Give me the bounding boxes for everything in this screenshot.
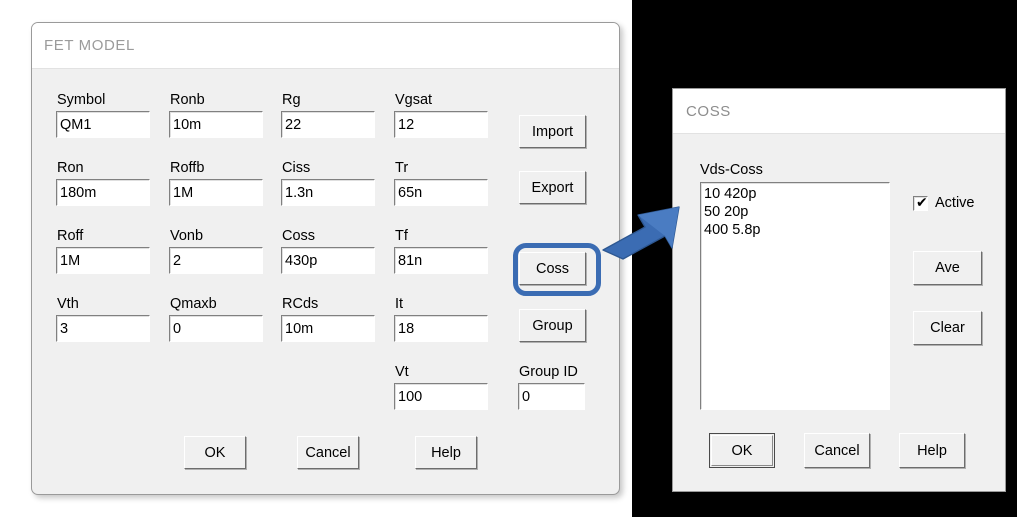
fet-model-title: FET MODEL (44, 37, 135, 54)
vds-coss-label: Vds-Coss (700, 162, 763, 178)
field-input-ciss[interactable]: 1.3n (281, 179, 375, 206)
coss-title: COSS (686, 102, 731, 120)
field-label-ronb: Ronb (170, 92, 205, 108)
checkbox-box-icon[interactable]: ✔ (913, 194, 928, 211)
cancel-button[interactable]: Cancel (297, 436, 359, 469)
field-input-vgsat[interactable]: 12 (394, 111, 488, 138)
field-label-tr: Tr (395, 160, 409, 176)
field-input-roffb[interactable]: 1M (169, 179, 263, 206)
coss-cancel-button[interactable]: Cancel (804, 433, 870, 468)
field-label-rg: Rg (282, 92, 301, 108)
field-input-ronb[interactable]: 10m (169, 111, 263, 138)
ave-button[interactable]: Ave (913, 251, 982, 285)
field-input-ron[interactable]: 180m (56, 179, 150, 206)
field-label-ciss: Ciss (282, 160, 311, 176)
coss-button[interactable]: Coss (519, 252, 586, 285)
fet-model-dialog: FET MODEL Symbol QM1 Ronb 10m Rg 22 Vgsa… (31, 22, 620, 495)
field-label-vgsat: Vgsat (395, 92, 433, 108)
ok-button[interactable]: OK (184, 436, 246, 469)
field-label-symbol: Symbol (57, 92, 106, 108)
field-label-rcds: RCds (282, 296, 319, 312)
field-input-tf[interactable]: 81n (394, 247, 488, 274)
field-input-coss[interactable]: 430p (281, 247, 375, 274)
field-input-it[interactable]: 18 (394, 315, 488, 342)
fet-model-titlebar: FET MODEL (32, 23, 619, 69)
group-button[interactable]: Group (519, 309, 586, 342)
active-checkbox[interactable]: ✔ Active (913, 195, 975, 211)
help-button[interactable]: Help (415, 436, 477, 469)
export-button[interactable]: Export (519, 171, 586, 204)
field-label-qmaxb: Qmaxb (170, 296, 217, 312)
field-label-ron: Ron (57, 160, 84, 176)
field-input-tr[interactable]: 65n (394, 179, 488, 206)
coss-help-button[interactable]: Help (899, 433, 965, 468)
field-input-vth[interactable]: 3 (56, 315, 150, 342)
field-label-it: It (395, 296, 404, 312)
active-checkbox-label: Active (935, 195, 975, 211)
field-label-group-id: Group ID (519, 364, 578, 380)
field-input-vonb[interactable]: 2 (169, 247, 263, 274)
field-input-qmaxb[interactable]: 0 (169, 315, 263, 342)
field-input-group-id[interactable]: 0 (518, 383, 585, 410)
field-label-tf: Tf (395, 228, 408, 244)
field-label-coss: Coss (282, 228, 316, 244)
field-label-roff: Roff (57, 228, 84, 244)
coss-ok-button-label: OK (731, 442, 753, 459)
field-label-roffb: Roffb (170, 160, 205, 176)
coss-titlebar: COSS (673, 89, 1005, 134)
field-label-vonb: Vonb (170, 228, 204, 244)
import-button[interactable]: Import (519, 115, 586, 148)
clear-button[interactable]: Clear (913, 311, 982, 345)
list-item[interactable]: 400 5.8p (704, 221, 889, 239)
field-label-vth: Vth (57, 296, 79, 312)
field-input-roff[interactable]: 1M (56, 247, 150, 274)
list-item[interactable]: 10 420p (704, 185, 889, 203)
field-label-vt: Vt (395, 364, 409, 380)
field-input-vt[interactable]: 100 (394, 383, 488, 410)
field-input-symbol[interactable]: QM1 (56, 111, 150, 138)
field-input-rcds[interactable]: 10m (281, 315, 375, 342)
list-item[interactable]: 50 20p (704, 203, 889, 221)
vds-coss-listbox[interactable]: 10 420p 50 20p 400 5.8p (700, 182, 890, 410)
coss-ok-button[interactable]: OK (709, 433, 775, 468)
screenshot-root: FET MODEL Symbol QM1 Ronb 10m Rg 22 Vgsa… (0, 0, 1017, 517)
field-input-rg[interactable]: 22 (281, 111, 375, 138)
coss-dialog: COSS Vds-Coss 10 420p 50 20p 400 5.8p ✔ … (672, 88, 1006, 492)
checkmark-icon: ✔ (916, 194, 928, 211)
